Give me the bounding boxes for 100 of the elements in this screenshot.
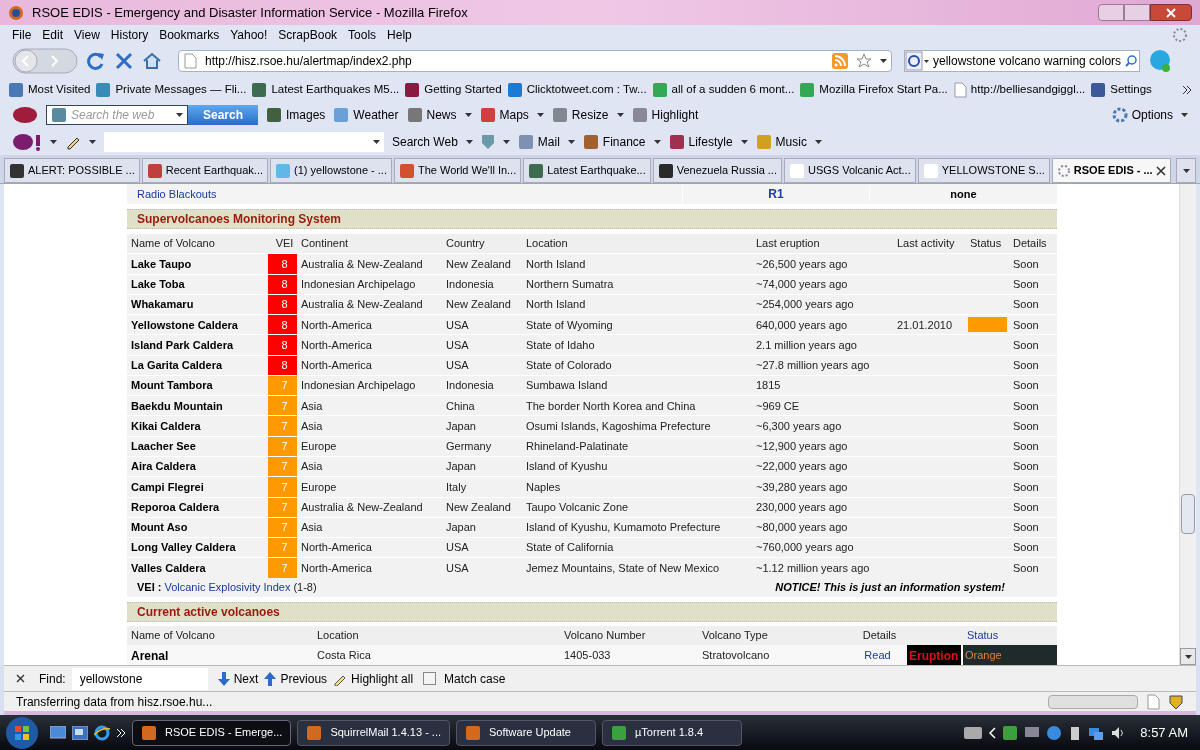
bookmark-item[interactable]: Private Messages — Fli... bbox=[95, 80, 247, 99]
address-bar[interactable]: http://hisz.rsoe.hu/alertmap/index2.php bbox=[178, 50, 892, 72]
bookmark-item[interactable]: Latest Earthquakes M5... bbox=[251, 80, 400, 99]
toolbar-button[interactable]: Images bbox=[266, 106, 326, 124]
taskbar-button[interactable]: Software Update bbox=[456, 719, 597, 746]
search-button[interactable]: Search bbox=[188, 105, 258, 125]
bookmark-item[interactable]: http://belliesandgiggl... bbox=[952, 80, 1086, 99]
maximize-button[interactable] bbox=[1124, 4, 1150, 21]
bookmark-item[interactable]: Getting Started bbox=[404, 80, 502, 99]
caret-icon[interactable] bbox=[50, 139, 57, 144]
menu-item[interactable]: Edit bbox=[42, 26, 64, 44]
link[interactable]: Volcanic Explosivity Index bbox=[164, 579, 291, 596]
search-field[interactable] bbox=[104, 131, 384, 152]
tab[interactable]: ALERT: POSSIBLE ... bbox=[4, 158, 140, 183]
table-cell-text: Japan bbox=[445, 520, 477, 536]
scrollbar-thumb[interactable] bbox=[1181, 494, 1195, 534]
browser-e-icon[interactable] bbox=[94, 724, 110, 741]
menu-item[interactable]: View bbox=[74, 26, 100, 44]
tab-list-button[interactable] bbox=[1176, 158, 1196, 183]
menu-item[interactable]: Help bbox=[387, 26, 412, 44]
tab[interactable]: Latest Earthquake... bbox=[523, 158, 651, 183]
toolbar-button[interactable]: Search Web bbox=[392, 132, 458, 151]
bookmark-item[interactable]: Most Visited bbox=[8, 80, 91, 99]
keyboard-icon[interactable] bbox=[964, 726, 983, 739]
toolbar-button[interactable]: Mail bbox=[517, 132, 560, 151]
toolbar-button[interactable]: Lifestyle bbox=[668, 132, 733, 151]
menu-item[interactable]: Yahoo! bbox=[230, 26, 268, 44]
menu-item[interactable]: History bbox=[110, 26, 149, 44]
close-button[interactable] bbox=[1150, 4, 1192, 21]
caret-icon[interactable] bbox=[1181, 113, 1188, 117]
home-icon[interactable] bbox=[142, 51, 162, 71]
tab[interactable]: YELLOWSTONE S... bbox=[917, 158, 1050, 183]
close-icon[interactable] bbox=[16, 674, 25, 683]
menu-item[interactable]: ScrapBook bbox=[278, 26, 338, 44]
caret-icon[interactable] bbox=[536, 113, 544, 117]
link[interactable]: Read bbox=[850, 644, 905, 665]
search-icon[interactable] bbox=[1125, 55, 1138, 67]
bookmark-item[interactable]: all of a sudden 6 mont... bbox=[651, 80, 795, 99]
bookmark-item[interactable]: Mozilla Firefox Start Pa... bbox=[799, 80, 948, 99]
column-header: Country bbox=[445, 236, 486, 252]
search-field[interactable]: yellowstone volcano warning colors bbox=[904, 50, 1140, 72]
menu-item[interactable]: File bbox=[12, 26, 32, 44]
chevron-icon[interactable] bbox=[1182, 84, 1192, 95]
previous-button[interactable]: Previous bbox=[264, 669, 328, 688]
close-icon[interactable] bbox=[1155, 165, 1166, 176]
minimize-button[interactable] bbox=[1098, 4, 1124, 21]
highlight-all-button[interactable]: Highlight all bbox=[333, 669, 414, 688]
link[interactable]: Radio Blackouts bbox=[127, 185, 682, 203]
clock: 8:57 AM bbox=[1140, 723, 1188, 742]
checkbox[interactable] bbox=[423, 672, 437, 685]
menu-item[interactable]: Tools bbox=[348, 26, 377, 44]
toolbar-button[interactable]: Finance bbox=[582, 132, 646, 151]
taskbar-button[interactable]: µTorrent 1.8.4 bbox=[602, 719, 743, 746]
yahoo-logo-icon[interactable] bbox=[12, 132, 42, 151]
bookmark-item[interactable]: Settings bbox=[1090, 80, 1152, 99]
tab[interactable]: USGS Volcanic Act... bbox=[784, 158, 916, 183]
caret-icon[interactable] bbox=[814, 139, 822, 144]
tab[interactable]: The World We'll In... bbox=[393, 158, 522, 183]
menu-item[interactable]: Bookmarks bbox=[159, 26, 220, 44]
windows-icon[interactable] bbox=[72, 725, 88, 740]
tab[interactable]: Venezuela Russia ... bbox=[652, 158, 782, 183]
toolbar-button[interactable]: Highlight bbox=[631, 106, 699, 124]
reload-icon[interactable] bbox=[86, 51, 106, 71]
caret-icon[interactable] bbox=[373, 139, 380, 144]
tab[interactable]: RSOE EDIS - ... bbox=[1051, 158, 1171, 183]
toolbar-button[interactable]: Maps bbox=[479, 106, 529, 124]
scrollbar[interactable] bbox=[1179, 184, 1196, 665]
toolbar-button[interactable]: Weather bbox=[333, 106, 399, 124]
caret-icon[interactable] bbox=[89, 139, 96, 144]
arrow-down-icon bbox=[217, 671, 230, 686]
caret-icon[interactable] bbox=[740, 139, 748, 144]
tab[interactable]: (1) yellowstone - ... bbox=[270, 158, 392, 183]
caret-icon[interactable] bbox=[502, 139, 510, 144]
table-cell-text: Reporoa Caldera bbox=[130, 499, 221, 515]
caret-icon[interactable] bbox=[1182, 168, 1190, 173]
caret-icon[interactable] bbox=[616, 113, 624, 117]
taskbar-button[interactable]: SquirrelMail 1.4.13 - ... bbox=[297, 719, 451, 746]
vei-badge: 8 bbox=[268, 315, 297, 335]
caret-icon[interactable] bbox=[465, 139, 473, 144]
tab[interactable]: Recent Earthquak... bbox=[141, 158, 269, 183]
caret-icon[interactable] bbox=[653, 139, 661, 144]
caret-icon[interactable] bbox=[567, 139, 575, 144]
next-button[interactable]: Next bbox=[217, 669, 259, 688]
scroll-down-button[interactable] bbox=[1180, 648, 1196, 665]
caret-icon[interactable] bbox=[1184, 654, 1192, 659]
ask-logo-icon[interactable] bbox=[12, 106, 38, 124]
caret-icon[interactable] bbox=[464, 113, 472, 117]
toolbar-button[interactable]: News bbox=[406, 106, 457, 124]
stop-icon[interactable] bbox=[114, 51, 134, 71]
caret-icon[interactable] bbox=[176, 113, 183, 117]
bookmark-item[interactable]: Clicktotweet.com : Tw... bbox=[506, 80, 647, 99]
taskbar-button[interactable]: RSOE EDIS - Emerge... bbox=[132, 719, 292, 746]
caret-icon[interactable] bbox=[880, 59, 887, 63]
desktop-icon[interactable] bbox=[50, 725, 66, 740]
find-field[interactable]: yellowstone bbox=[71, 667, 208, 690]
options-button[interactable]: Options bbox=[1111, 106, 1173, 124]
toolbar-button[interactable]: Resize bbox=[551, 106, 609, 124]
star-icon[interactable] bbox=[856, 53, 872, 69]
toolbar-button[interactable]: Music bbox=[755, 132, 807, 151]
google-icon[interactable] bbox=[905, 51, 929, 71]
